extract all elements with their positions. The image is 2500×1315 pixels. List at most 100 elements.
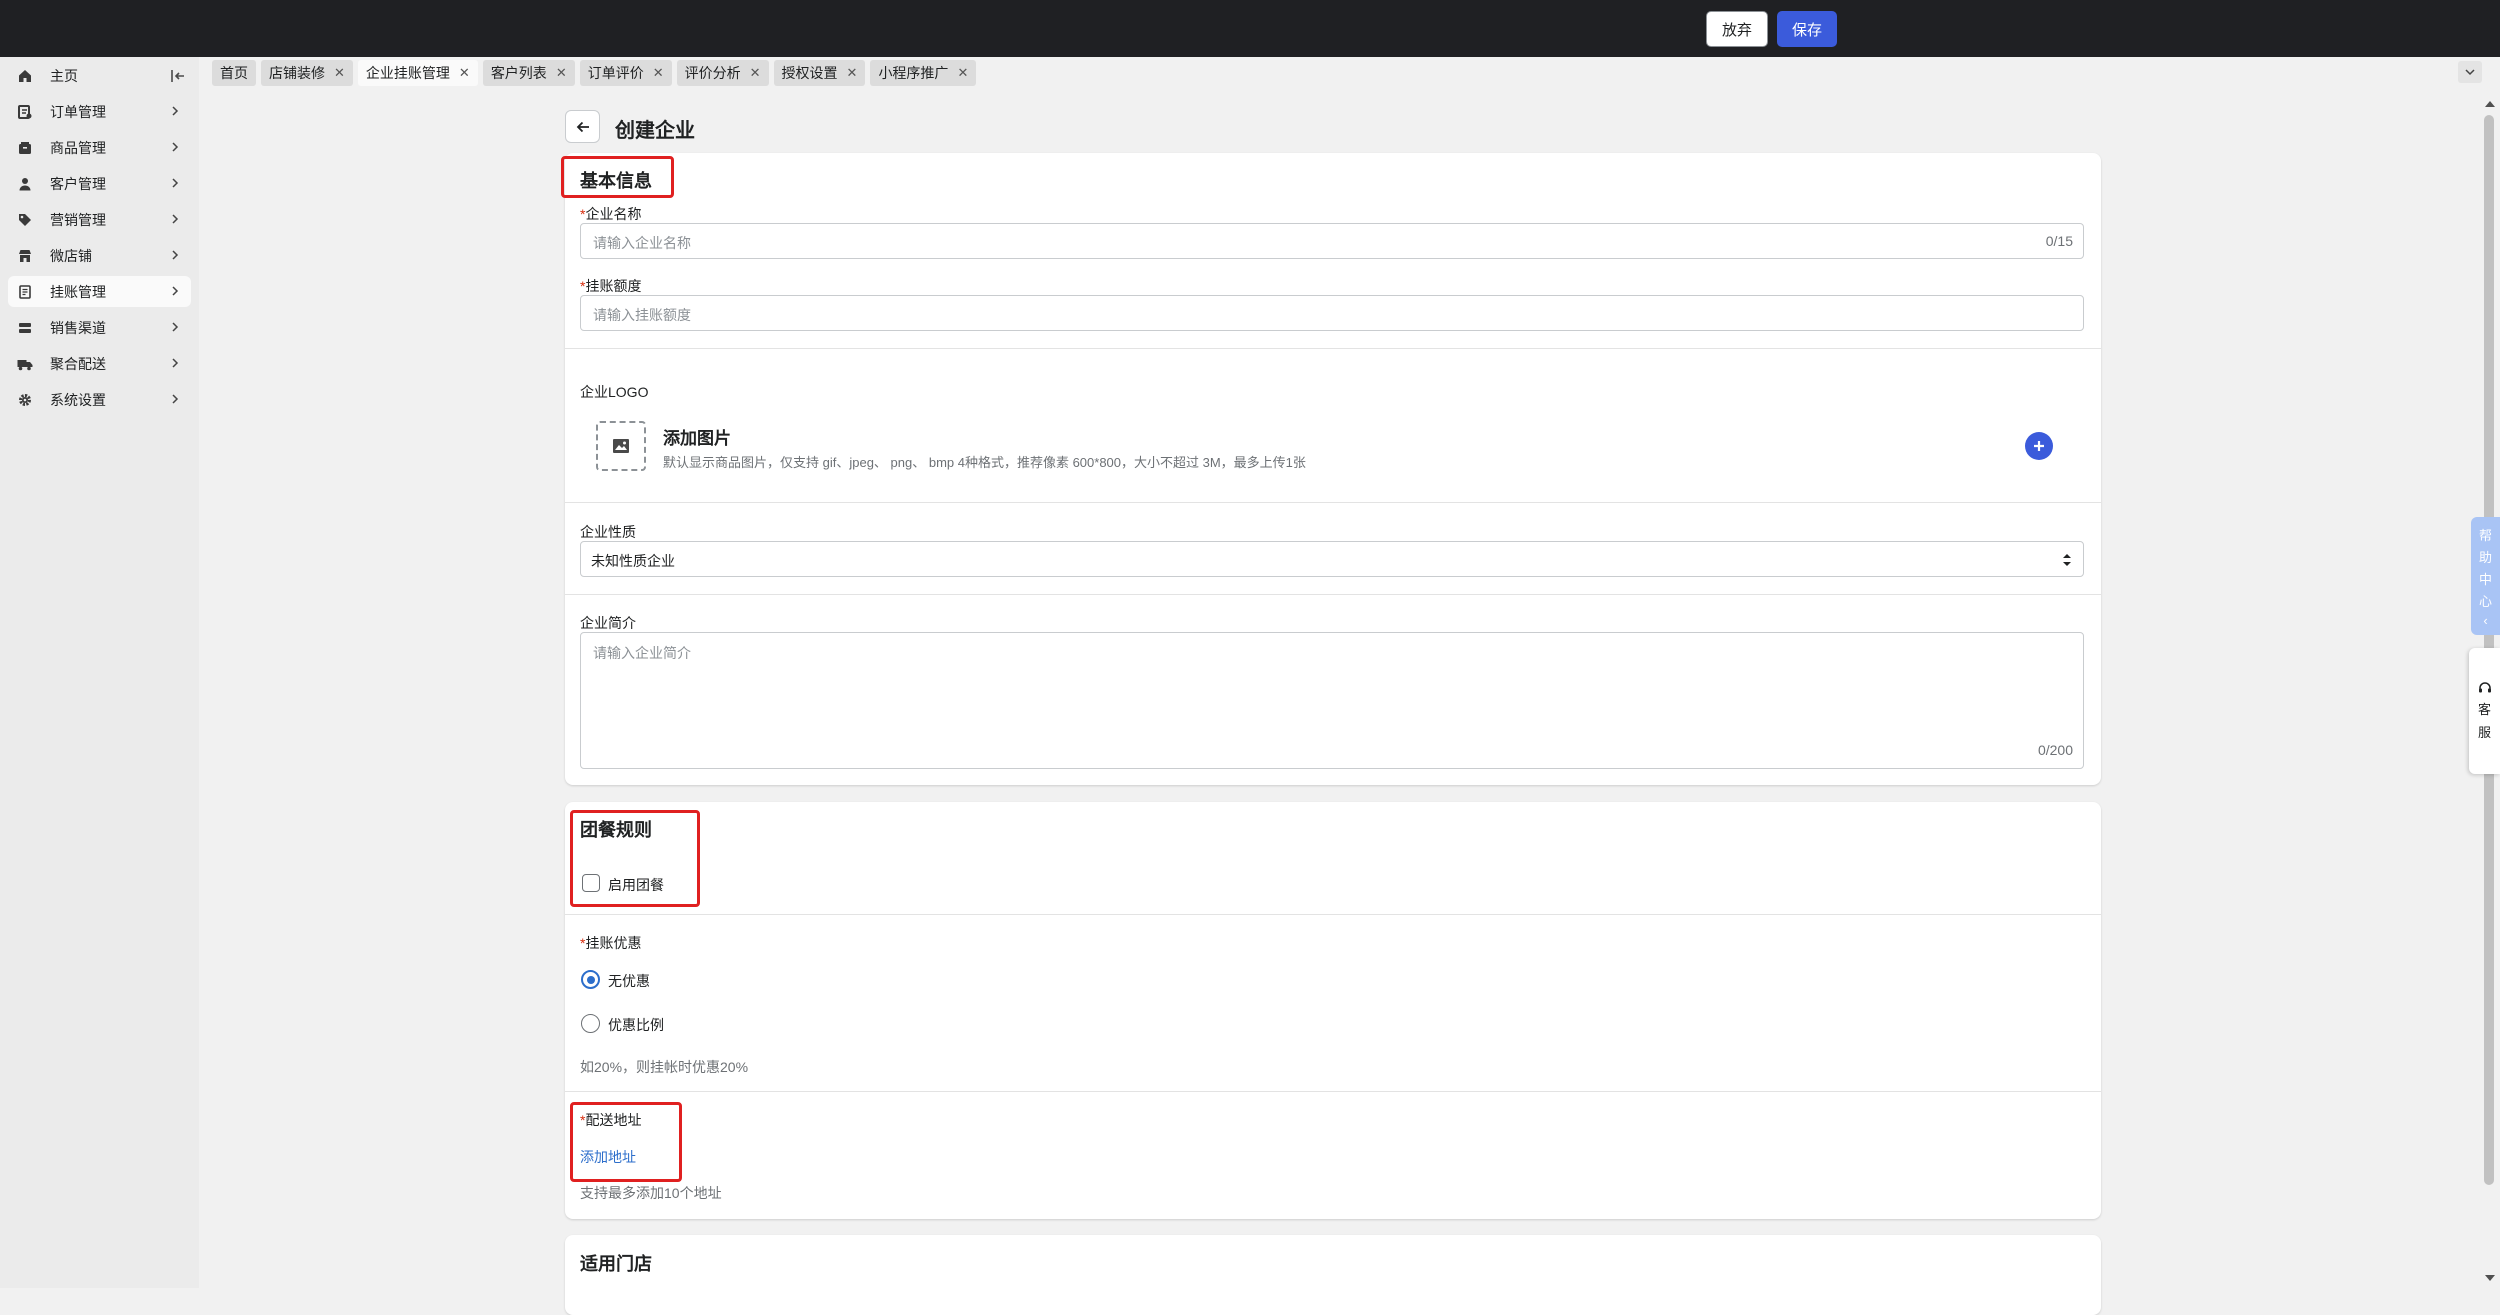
field-label: *企业名称 bbox=[580, 206, 642, 222]
select-caret-icon bbox=[2063, 554, 2071, 566]
tab-review-analysis[interactable]: 评价分析 ✕ bbox=[676, 60, 769, 86]
char-counter: 0/200 bbox=[2037, 742, 2073, 758]
customer-service-tab[interactable]: 客 服 bbox=[2469, 648, 2500, 774]
receipt-icon bbox=[16, 283, 34, 301]
close-icon[interactable]: ✕ bbox=[957, 65, 968, 81]
radio-label: 优惠比例 bbox=[608, 1017, 664, 1033]
field-label: 企业LOGO bbox=[580, 384, 649, 400]
tab-label: 客户列表 bbox=[490, 65, 547, 81]
help-center-char: 助 bbox=[2478, 549, 2492, 565]
radio-label: 无优惠 bbox=[608, 973, 650, 989]
tabs-dropdown-button[interactable] bbox=[2458, 61, 2482, 83]
tab-bar: 首页 店铺装修 ✕ 企业挂账管理 ✕ 客户列表 ✕ 订单评价 ✕ 评价分析 ✕ 授权设置 ✕… bbox=[212, 60, 977, 86]
headset-icon bbox=[2478, 682, 2491, 693]
sidebar-item-products[interactable]: 商品管理 bbox=[8, 132, 191, 163]
field-label: *挂账优惠 bbox=[580, 935, 642, 951]
sidebar-item-label: 商品管理 bbox=[50, 139, 106, 156]
close-icon[interactable]: ✕ bbox=[750, 65, 761, 81]
tab-label: 订单评价 bbox=[587, 65, 644, 81]
close-icon[interactable]: ✕ bbox=[556, 65, 567, 81]
close-icon[interactable]: ✕ bbox=[334, 65, 345, 81]
char-counter: 0/15 bbox=[2045, 233, 2073, 249]
back-button[interactable] bbox=[565, 110, 600, 143]
sidebar-item-label: 聚合配送 bbox=[50, 355, 106, 372]
truck-icon bbox=[16, 355, 34, 373]
highlight-box bbox=[561, 156, 674, 198]
close-icon[interactable]: ✕ bbox=[459, 65, 470, 81]
sidebar-item-channels[interactable]: 销售渠道 bbox=[8, 312, 191, 343]
placeholder: 请输入挂账额度 bbox=[593, 307, 691, 323]
chevron-right-icon bbox=[172, 142, 179, 152]
company-name-input[interactable]: 请输入企业名称 0/15 bbox=[580, 223, 2084, 259]
close-icon[interactable]: ✕ bbox=[847, 65, 858, 81]
tab-store-decor[interactable]: 店铺装修 ✕ bbox=[261, 60, 353, 86]
chevron-right-icon bbox=[172, 250, 179, 260]
sidebar-item-home[interactable]: 主页 bbox=[8, 60, 191, 91]
sidebar-item-settings[interactable]: 系统设置 bbox=[8, 384, 191, 415]
product-icon bbox=[16, 139, 34, 157]
help-center-char: 中 bbox=[2478, 571, 2492, 587]
section-title: 适用门店 bbox=[580, 1254, 652, 1274]
address-hint: 支持最多添加10个地址 bbox=[580, 1185, 722, 1201]
company-nature-select[interactable]: 未知性质企业 bbox=[580, 541, 2084, 577]
scroll-down-icon[interactable] bbox=[2484, 1273, 2496, 1283]
company-intro-textarea[interactable]: 请输入企业简介 0/200 bbox=[580, 632, 2084, 769]
help-center-tab[interactable]: 帮 助 中 心 ‹ bbox=[2471, 517, 2500, 635]
upload-image-box[interactable] bbox=[596, 421, 646, 471]
stores-card: 适用门店 bbox=[565, 1235, 2101, 1315]
radio-no-discount[interactable] bbox=[581, 970, 600, 989]
sidebar-item-credit[interactable]: 挂账管理 bbox=[8, 276, 191, 307]
chevron-left-icon: ‹ bbox=[2483, 612, 2488, 628]
credit-limit-input[interactable]: 请输入挂账额度 bbox=[580, 295, 2084, 331]
chevron-right-icon bbox=[172, 394, 179, 404]
tab-miniprogram[interactable]: 小程序推广 ✕ bbox=[870, 60, 977, 86]
tab-auth-settings[interactable]: 授权设置 ✕ bbox=[773, 60, 866, 86]
channel-icon bbox=[16, 319, 34, 337]
chevron-right-icon bbox=[172, 286, 179, 296]
tab-home[interactable]: 首页 bbox=[212, 60, 256, 86]
divider bbox=[565, 594, 2101, 595]
top-bar: 放弃 保存 bbox=[0, 0, 2500, 57]
close-icon[interactable]: ✕ bbox=[653, 65, 664, 81]
sidebar-item-label: 挂账管理 bbox=[50, 283, 106, 300]
sidebar-item-marketing[interactable]: 营销管理 bbox=[8, 204, 191, 235]
arrow-left-icon bbox=[576, 121, 589, 132]
tab-label: 评价分析 bbox=[684, 65, 741, 81]
discard-button[interactable]: 放弃 bbox=[1706, 11, 1768, 47]
tab-label: 店铺装修 bbox=[269, 65, 325, 81]
sidebar-item-orders[interactable]: 订单管理 bbox=[8, 96, 191, 127]
customer-service-char: 服 bbox=[2477, 725, 2491, 740]
sidebar-item-delivery[interactable]: 聚合配送 bbox=[8, 348, 191, 379]
home-icon bbox=[16, 67, 34, 85]
upload-hint: 默认显示商品图片，仅支持 gif、jpeg、 png、 bmp 4种格式，推荐像… bbox=[663, 455, 1306, 470]
add-image-button[interactable] bbox=[2025, 432, 2053, 460]
tab-customer-list[interactable]: 客户列表 ✕ bbox=[482, 60, 575, 86]
discount-hint: 如20%，则挂帐时优惠20% bbox=[580, 1059, 749, 1075]
tab-label: 首页 bbox=[220, 65, 248, 81]
field-label: 企业性质 bbox=[580, 524, 636, 540]
chevron-right-icon bbox=[172, 178, 179, 188]
divider bbox=[565, 1091, 2101, 1092]
tag-icon bbox=[16, 211, 34, 229]
radio-discount-ratio[interactable] bbox=[581, 1014, 600, 1033]
tab-order-review[interactable]: 订单评价 ✕ bbox=[579, 60, 672, 86]
sidebar-item-customers[interactable]: 客户管理 bbox=[8, 168, 191, 199]
sidebar-item-store[interactable]: 微店铺 bbox=[8, 240, 191, 271]
tab-label: 企业挂账管理 bbox=[365, 65, 450, 81]
select-value: 未知性质企业 bbox=[591, 553, 675, 569]
chevron-right-icon bbox=[172, 358, 179, 368]
tab-enterprise-credit[interactable]: 企业挂账管理 ✕ bbox=[357, 60, 478, 86]
chevron-down-icon bbox=[2465, 69, 2475, 76]
save-button[interactable]: 保存 bbox=[1777, 11, 1837, 47]
divider bbox=[565, 914, 2101, 915]
field-label: 企业简介 bbox=[580, 615, 636, 631]
chevron-right-icon bbox=[172, 214, 179, 224]
highlight-box bbox=[570, 1102, 682, 1182]
sidebar-item-label: 微店铺 bbox=[50, 247, 92, 264]
sidebar-item-label: 客户管理 bbox=[50, 175, 106, 192]
divider bbox=[565, 502, 2101, 503]
scroll-up-icon[interactable] bbox=[2484, 99, 2496, 109]
sidebar-item-label: 销售渠道 bbox=[50, 319, 106, 336]
sidebar-item-label: 系统设置 bbox=[50, 391, 106, 408]
placeholder: 请输入企业简介 bbox=[593, 645, 691, 661]
